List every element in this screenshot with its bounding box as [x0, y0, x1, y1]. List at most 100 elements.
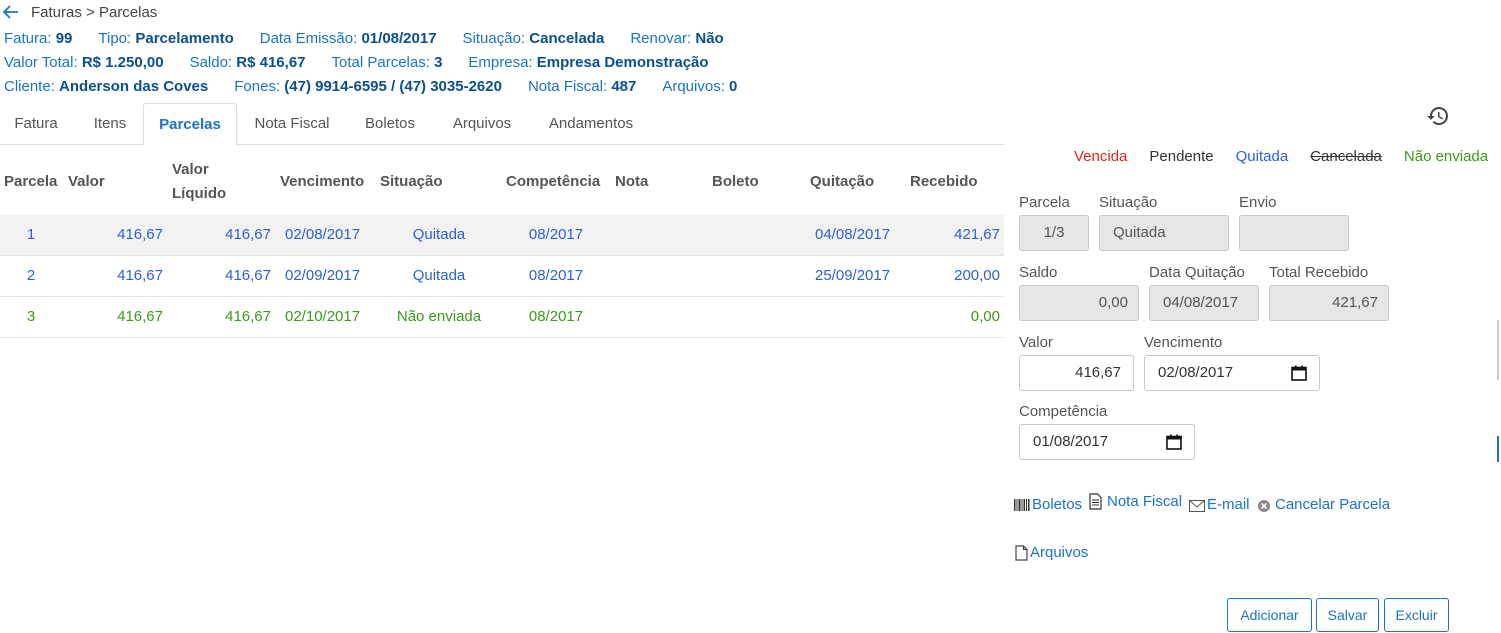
cancelar-parcela-link[interactable]: Cancelar Parcela	[1257, 496, 1390, 513]
header-total-parcelas-label: Total Parcelas:	[331, 54, 430, 71]
col-valor[interactable]: Valor	[68, 170, 105, 194]
cancelar-parcela-link-label: Cancelar Parcela	[1275, 496, 1391, 513]
tab-nota-fiscal[interactable]: Nota Fiscal	[240, 103, 344, 144]
boletos-link[interactable]: Boletos	[1014, 496, 1082, 513]
tab-boletos[interactable]: Boletos	[350, 103, 430, 144]
cell-parcela: 3	[26, 308, 36, 325]
header-empresa-value: Empresa Demonstração	[536, 54, 709, 71]
col-valor-liquido-line1: Valor	[172, 161, 209, 178]
col-quitacao[interactable]: Quitação	[810, 170, 874, 194]
breadcrumb-text[interactable]: Faturas > Parcelas	[31, 4, 157, 21]
salvar-button[interactable]: Salvar	[1316, 598, 1379, 632]
calendar-icon[interactable]	[1291, 365, 1307, 381]
cell-valor: 416,67	[117, 308, 163, 325]
header-arquivos: Arquivos: 0	[662, 78, 737, 95]
header-nota-fiscal-label: Nota Fiscal:	[527, 78, 608, 95]
header-valor-total-label: Valor Total:	[4, 54, 78, 71]
situacao-label: Situação	[1099, 194, 1158, 211]
barcode-icon	[1014, 498, 1030, 511]
scrollbar-thumb[interactable]	[1497, 436, 1499, 462]
header-tipo: Tipo: Parcelamento	[98, 30, 233, 47]
valor-label: Valor	[1019, 334, 1053, 351]
header-situacao: Situação: Cancelada	[463, 30, 605, 47]
excluir-button[interactable]: Excluir	[1384, 598, 1449, 632]
cell-recebido: 200,00	[954, 267, 1000, 284]
cell-valor: 416,67	[117, 226, 163, 243]
cell-parcela: 2	[26, 267, 36, 284]
tab-arquivos[interactable]: Arquivos	[438, 103, 526, 144]
header-saldo-label: Saldo:	[189, 54, 233, 71]
saldo-field: 0,00	[1019, 285, 1139, 321]
table-row[interactable]: 3 416,67 416,67 02/10/2017 Não enviada 0…	[0, 297, 1004, 338]
parcela-label: Parcela	[1019, 194, 1070, 211]
header-tipo-value: Parcelamento	[135, 30, 234, 47]
valor-input[interactable]: 416,67	[1019, 355, 1134, 391]
vencimento-value: 02/08/2017	[1158, 364, 1234, 381]
col-parcela[interactable]: Parcela	[4, 170, 57, 194]
cell-valor-liquido: 416,67	[225, 267, 271, 284]
col-competencia[interactable]: Competência	[506, 170, 600, 194]
col-recebido[interactable]: Recebido	[910, 170, 978, 194]
header-saldo-value: R$ 416,67	[236, 54, 306, 71]
saldo-label: Saldo	[1019, 264, 1058, 281]
header-total-parcelas-value: 3	[434, 54, 443, 71]
cell-quitacao: 04/08/2017	[815, 226, 891, 243]
status-legend: Vencida Pendente Quitada Cancelada Não e…	[1074, 148, 1488, 165]
cell-situacao: Quitada	[412, 226, 466, 243]
scrollbar-track[interactable]	[1497, 320, 1499, 380]
header-fatura: Fatura: 99	[4, 30, 72, 47]
document-icon	[1089, 493, 1102, 510]
vencimento-label: Vencimento	[1144, 334, 1223, 351]
invoice-summary-row-2: Valor Total: R$ 1.250,00 Saldo: R$ 416,6…	[4, 54, 735, 71]
invoice-summary-row-3: Cliente: Anderson das Coves Fones: (47) …	[4, 78, 763, 95]
header-cliente-value: Anderson das Coves	[59, 78, 209, 95]
header-arquivos-label: Arquivos:	[662, 78, 725, 95]
legend-pendente: Pendente	[1149, 148, 1214, 165]
table-row[interactable]: 1 416,67 416,67 02/08/2017 Quitada 08/20…	[0, 215, 1004, 256]
cell-competencia: 08/2017	[528, 267, 584, 284]
competencia-date-input[interactable]: 01/08/2017	[1019, 424, 1195, 460]
cell-vencimento: 02/08/2017	[285, 226, 361, 243]
calendar-icon[interactable]	[1166, 434, 1182, 450]
header-fones-label: Fones:	[234, 78, 281, 95]
cell-parcela: 1	[26, 226, 36, 243]
header-data-emissao-value: 01/08/2017	[361, 30, 437, 47]
header-cliente-label: Cliente:	[4, 78, 55, 95]
col-vencimento[interactable]: Vencimento	[280, 170, 364, 194]
tab-fatura[interactable]: Fatura	[0, 103, 72, 144]
email-link[interactable]: E-mail	[1189, 496, 1250, 513]
header-renovar: Renovar: Não	[630, 30, 723, 47]
envio-field	[1239, 215, 1349, 251]
back-arrow-icon[interactable]	[3, 5, 19, 19]
header-fatura-label: Fatura:	[4, 30, 52, 47]
header-fatura-value: 99	[55, 30, 73, 47]
cell-competencia: 08/2017	[528, 226, 584, 243]
vencimento-date-input[interactable]: 02/08/2017	[1144, 355, 1320, 391]
col-boleto[interactable]: Boleto	[712, 170, 759, 194]
legend-quitada: Quitada	[1235, 148, 1289, 165]
header-situacao-value: Cancelada	[529, 30, 605, 47]
arquivos-link[interactable]: Arquivos	[1015, 543, 1088, 561]
tab-itens[interactable]: Itens	[78, 103, 142, 144]
header-cliente: Cliente: Anderson das Coves	[4, 78, 208, 95]
history-icon[interactable]	[1426, 104, 1450, 128]
col-valor-liquido[interactable]: Valor Líquido	[172, 158, 226, 206]
total-recebido-label: Total Recebido	[1269, 264, 1369, 281]
data-quitacao-field: 04/08/2017	[1149, 285, 1259, 321]
cell-vencimento: 02/10/2017	[285, 308, 361, 325]
col-nota[interactable]: Nota	[615, 170, 648, 194]
header-tipo-label: Tipo:	[98, 30, 132, 47]
legend-cancelada: Cancelada	[1310, 148, 1382, 165]
tab-andamentos[interactable]: Andamentos	[536, 103, 646, 144]
situacao-field: Quitada	[1099, 215, 1229, 251]
adicionar-button[interactable]: Adicionar	[1227, 598, 1312, 632]
header-nota-fiscal-value: 487	[611, 78, 637, 95]
cell-recebido: 0,00	[970, 308, 1000, 325]
table-row[interactable]: 2 416,67 416,67 02/09/2017 Quitada 08/20…	[0, 256, 1004, 297]
col-situacao[interactable]: Situação	[380, 170, 443, 194]
header-renovar-value: Não	[695, 30, 724, 47]
data-quitacao-label: Data Quitação	[1149, 264, 1245, 281]
nota-fiscal-link[interactable]: Nota Fiscal	[1089, 493, 1182, 510]
tab-parcelas[interactable]: Parcelas	[143, 103, 237, 146]
header-saldo: Saldo: R$ 416,67	[190, 54, 306, 71]
